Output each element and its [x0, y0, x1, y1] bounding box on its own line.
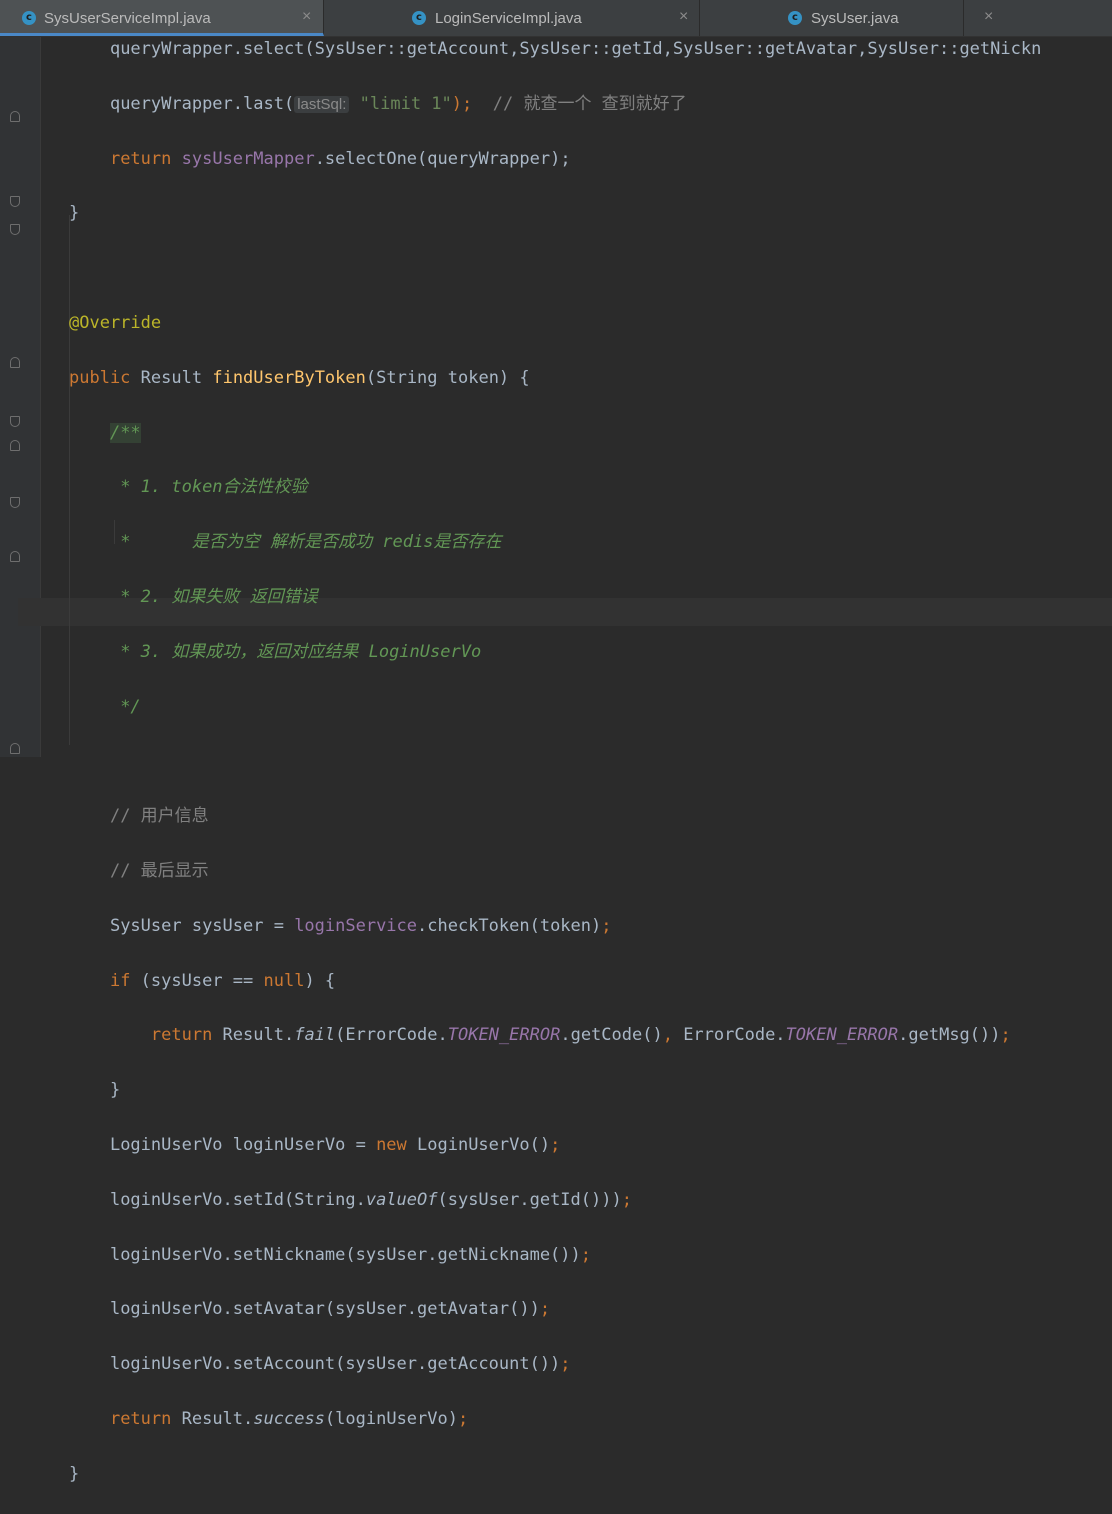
- editor-tab-bar: c SysUserServiceImpl.java × c LoginServi…: [0, 0, 1112, 37]
- fold-end-icon[interactable]: [10, 440, 20, 451]
- code-line: loginUserVo.setNickname(sysUser.getNickn…: [109, 1244, 592, 1265]
- fold-start-icon[interactable]: [10, 196, 20, 207]
- java-class-icon: c: [412, 11, 426, 25]
- fold-end-icon[interactable]: [10, 111, 20, 122]
- close-icon[interactable]: ×: [302, 8, 311, 26]
- code-editor[interactable]: queryWrapper.select(SysUser::getAccount,…: [69, 36, 1041, 1514]
- tab-loginserviceimpl[interactable]: c LoginServiceImpl.java ×: [324, 0, 700, 36]
- java-class-icon: c: [22, 11, 36, 25]
- code-line: return Result.fail(ErrorCode.TOKEN_ERROR…: [150, 1025, 1011, 1046]
- code-line: queryWrapper.last(lastSql: "limit 1"); /…: [109, 93, 687, 114]
- code-line: @Override: [69, 312, 162, 333]
- code-line: if (sysUser == null) {: [109, 970, 336, 991]
- tab-label: LoginServiceImpl.java: [435, 10, 582, 27]
- code-line: loginUserVo.setAccount(sysUser.getAccoun…: [109, 1354, 571, 1375]
- code-line: // 最后显示: [109, 860, 209, 881]
- code-line: }: [69, 203, 80, 224]
- fold-start-icon[interactable]: [10, 416, 20, 427]
- tab-label: SysUser.java: [811, 10, 899, 27]
- fold-end-icon[interactable]: [10, 743, 20, 754]
- code-line: loginUserVo.setAvatar(sysUser.getAvatar(…: [109, 1299, 551, 1320]
- code-line: * 1. token合法性校验: [109, 477, 308, 498]
- close-icon[interactable]: ×: [984, 8, 993, 26]
- gutter-divider: [40, 37, 41, 757]
- code-line: }: [109, 1080, 121, 1101]
- code-line: * 3. 如果成功，返回对应结果 LoginUserVo: [109, 641, 482, 662]
- code-line: queryWrapper.select(SysUser::getAccount,…: [109, 39, 1042, 59]
- code-line: SysUser sysUser = loginService.checkToke…: [109, 915, 612, 936]
- code-line: LoginUserVo loginUserVo = new LoginUserV…: [109, 1134, 561, 1155]
- tab-label: SysUserServiceImpl.java: [44, 10, 211, 27]
- code-line: return Result.success(loginUserVo);: [109, 1408, 469, 1429]
- code-line: /**: [109, 422, 141, 443]
- code-line: */: [109, 696, 141, 717]
- code-line: * 是否为空 解析是否成功 redis是否存在: [109, 532, 502, 553]
- fold-start-icon[interactable]: [10, 224, 20, 235]
- code-line: loginUserVo.setId(String.valueOf(sysUser…: [109, 1189, 632, 1210]
- code-line: return sysUserMapper.selectOne(queryWrap…: [109, 148, 571, 169]
- tab-sysuserserviceimpl[interactable]: c SysUserServiceImpl.java ×: [0, 0, 324, 36]
- close-icon[interactable]: ×: [679, 8, 688, 26]
- fold-end-icon[interactable]: [10, 357, 20, 368]
- code-line: // 用户信息: [109, 806, 209, 827]
- code-line: }: [69, 1463, 80, 1484]
- code-line: public Result findUserByToken(String tok…: [69, 367, 530, 388]
- fold-end-icon[interactable]: [10, 551, 20, 562]
- code-line: * 2. 如果失败 返回错误: [109, 586, 318, 607]
- java-class-icon: c: [788, 11, 802, 25]
- editor-gutter: [0, 37, 40, 757]
- parameter-hint: lastSql:: [294, 95, 350, 113]
- tab-sysuser[interactable]: c SysUser.java ×: [700, 0, 993, 36]
- fold-start-icon[interactable]: [10, 497, 20, 508]
